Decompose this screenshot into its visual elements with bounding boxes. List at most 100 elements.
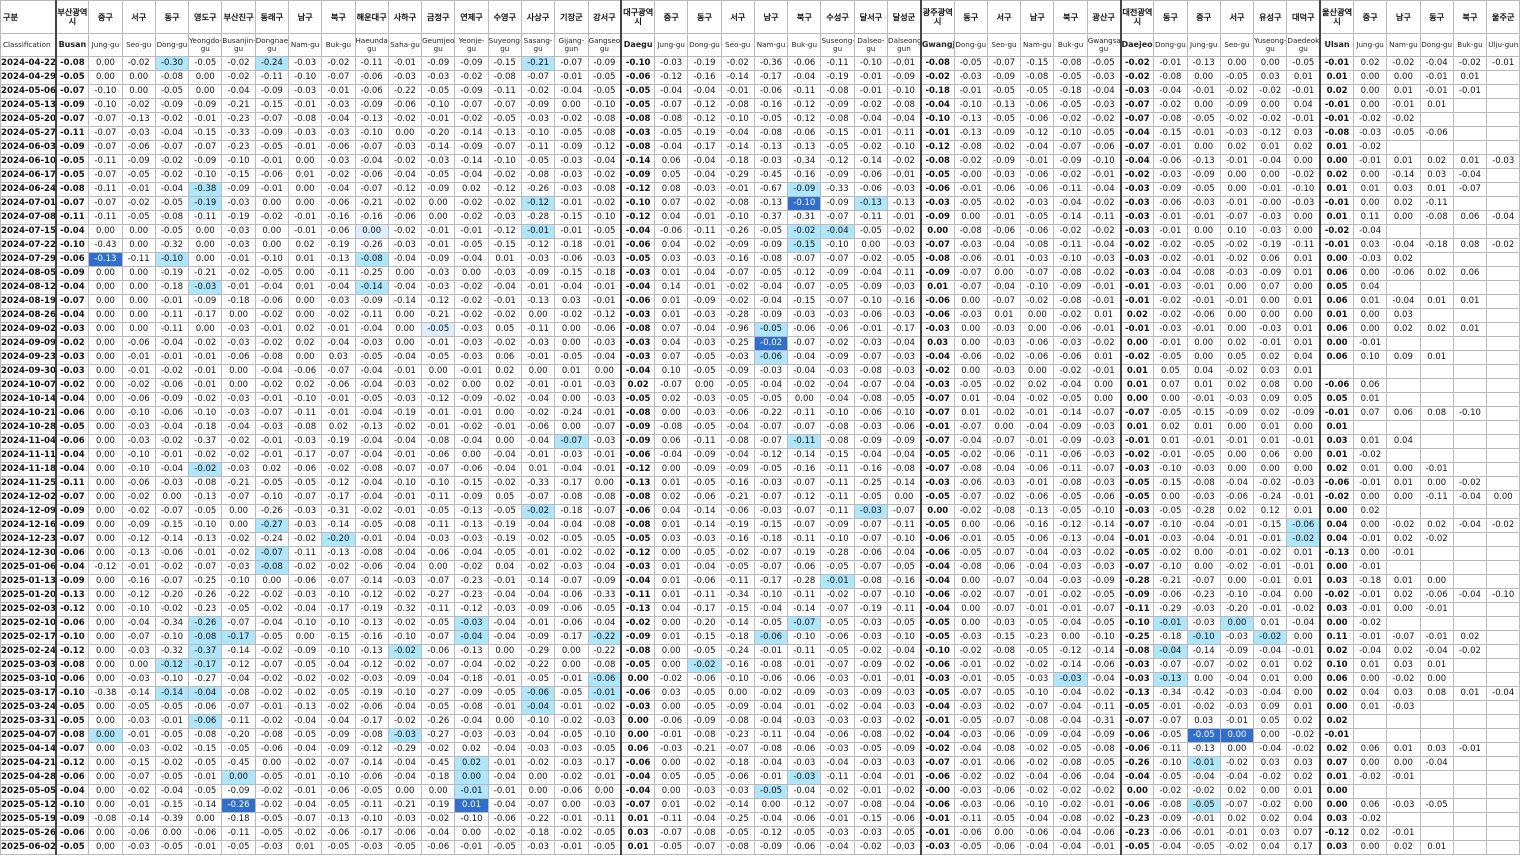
value-cell: -0.01 [1186, 84, 1221, 99]
value-cell: -0.07 [421, 658, 456, 673]
value-cell: -0.08 [986, 504, 1022, 519]
value-cell: -0.09 [421, 252, 456, 267]
value-cell: -0.02 [1153, 238, 1188, 253]
value-cell: -0.08 [887, 98, 922, 113]
value-cell: -0.03 [1153, 532, 1188, 547]
value-cell: 0.01 [1286, 294, 1321, 309]
table-row: 2024-06-10 -0.05 -0.11 -0.09 -0.02 -0.09 -0.10… [0, 154, 1520, 169]
value-cell: -0.06 [254, 742, 289, 757]
district-header: 동래구 [254, 0, 289, 34]
value-cell: -0.03 [919, 476, 955, 491]
value-cell: -0.07 [753, 546, 789, 561]
value-cell: -0.03 [953, 238, 988, 253]
value-cell: -0.07 [421, 574, 456, 589]
value-cell: -0.10 [887, 140, 922, 155]
value-cell: -0.11 [88, 154, 123, 169]
value-cell: -0.06 [1186, 308, 1221, 323]
value-cell: -0.01 [820, 574, 855, 589]
table-row: 2025-05-05 -0.04 0.00 -0.02 -0.04 -0.05 -0.09-… [0, 784, 1520, 799]
value-cell: 0.01 [1419, 98, 1454, 113]
value-cell: -0.07 [1086, 462, 1122, 477]
value-cell: -0.20 [1219, 602, 1255, 617]
value-cell: -0.04 [919, 560, 955, 575]
value-cell: -0.05 [986, 812, 1022, 827]
value-cell: -0.12 [787, 98, 822, 113]
value-cell: -0.03 [620, 126, 656, 141]
value-cell: -0.02 [154, 112, 190, 127]
value-cell: -0.02 [986, 770, 1022, 785]
value-cell: -0.02 [687, 238, 722, 253]
value-cell: -0.10 [620, 56, 656, 71]
value-cell: -0.06 [887, 420, 922, 435]
value-cell: -0.03 [953, 630, 988, 645]
value-cell: -0.03 [1053, 546, 1088, 561]
value-cell: -0.11 [221, 714, 256, 729]
value-cell [1419, 112, 1454, 127]
value-cell: -0.06 [254, 294, 289, 309]
value-cell: -0.16 [787, 168, 822, 183]
value-cell: -0.16 [720, 476, 755, 491]
value-cell: -0.06 [487, 812, 522, 827]
value-cell [1452, 798, 1488, 813]
value-cell: 0.01 [1286, 546, 1321, 561]
district-header-en: Dalseong-gun [887, 33, 922, 57]
value-cell: 0.03 [1253, 826, 1288, 841]
value-cell: 0.02 [1419, 266, 1454, 281]
value-cell: -0.06 [687, 672, 722, 687]
district-header: 중구 [1352, 0, 1388, 34]
value-cell: 0.03 [1186, 714, 1221, 729]
value-cell: 0.02 [654, 490, 689, 505]
value-cell: -0.04 [720, 448, 755, 463]
value-cell: 0.01 [1419, 350, 1454, 365]
value-cell: 0.01 [1319, 420, 1354, 435]
value-cell: -0.03 [387, 70, 423, 85]
value-cell: -0.09 [820, 266, 855, 281]
value-cell: 0.00 [287, 294, 323, 309]
value-cell: -0.10 [421, 98, 456, 113]
value-cell: -0.01 [454, 840, 489, 855]
value-cell: -0.08 [387, 518, 423, 533]
value-cell: -0.19 [321, 238, 356, 253]
value-cell: -0.02 [421, 742, 456, 757]
value-cell: -0.06 [121, 140, 156, 155]
value-cell: -0.05 [720, 560, 755, 575]
value-cell: -0.04 [1119, 154, 1155, 169]
value-cell: -0.11 [1153, 742, 1188, 757]
value-cell: 0.00 [1253, 56, 1288, 71]
value-cell: -0.21 [188, 266, 223, 281]
value-cell: -0.16 [887, 294, 922, 309]
value-cell: 0.00 [1253, 98, 1288, 113]
value-cell: -0.06 [1020, 224, 1055, 239]
value-cell: -0.06 [421, 840, 456, 855]
value-cell: -0.04 [554, 518, 589, 533]
value-cell: 0.06 [1352, 742, 1388, 757]
value-cell: -0.20 [687, 616, 722, 631]
value-cell: -0.11 [520, 140, 556, 155]
value-cell: 0.02 [1286, 658, 1321, 673]
value-cell: -0.06 [753, 630, 789, 645]
value-cell: -0.03 [554, 742, 589, 757]
value-cell: -0.12 [321, 476, 356, 491]
value-cell: -0.04 [1086, 238, 1122, 253]
value-cell: -0.06 [986, 518, 1022, 533]
value-cell: -0.03 [1053, 560, 1088, 575]
value-cell: -0.02 [887, 658, 922, 673]
value-cell: -0.17 [221, 630, 256, 645]
value-cell: -0.24 [554, 406, 589, 421]
value-cell: -0.07 [787, 280, 822, 295]
value-cell: -0.05 [587, 70, 622, 85]
value-cell: -0.03 [1486, 154, 1520, 169]
value-cell: 0.00 [121, 308, 156, 323]
value-cell: -0.02 [1352, 448, 1388, 463]
value-cell: -0.07 [654, 98, 689, 113]
value-cell: -0.12 [421, 392, 456, 407]
value-cell: -0.10 [720, 672, 755, 687]
value-cell: -0.19 [354, 602, 389, 617]
value-cell: 0.05 [1319, 392, 1354, 407]
value-cell [1452, 672, 1488, 687]
value-cell [1486, 644, 1520, 659]
value-cell: -0.08 [687, 728, 722, 743]
value-cell: -0.19 [188, 196, 223, 211]
value-cell: -0.03 [620, 350, 656, 365]
value-cell: -0.04 [1020, 812, 1055, 827]
